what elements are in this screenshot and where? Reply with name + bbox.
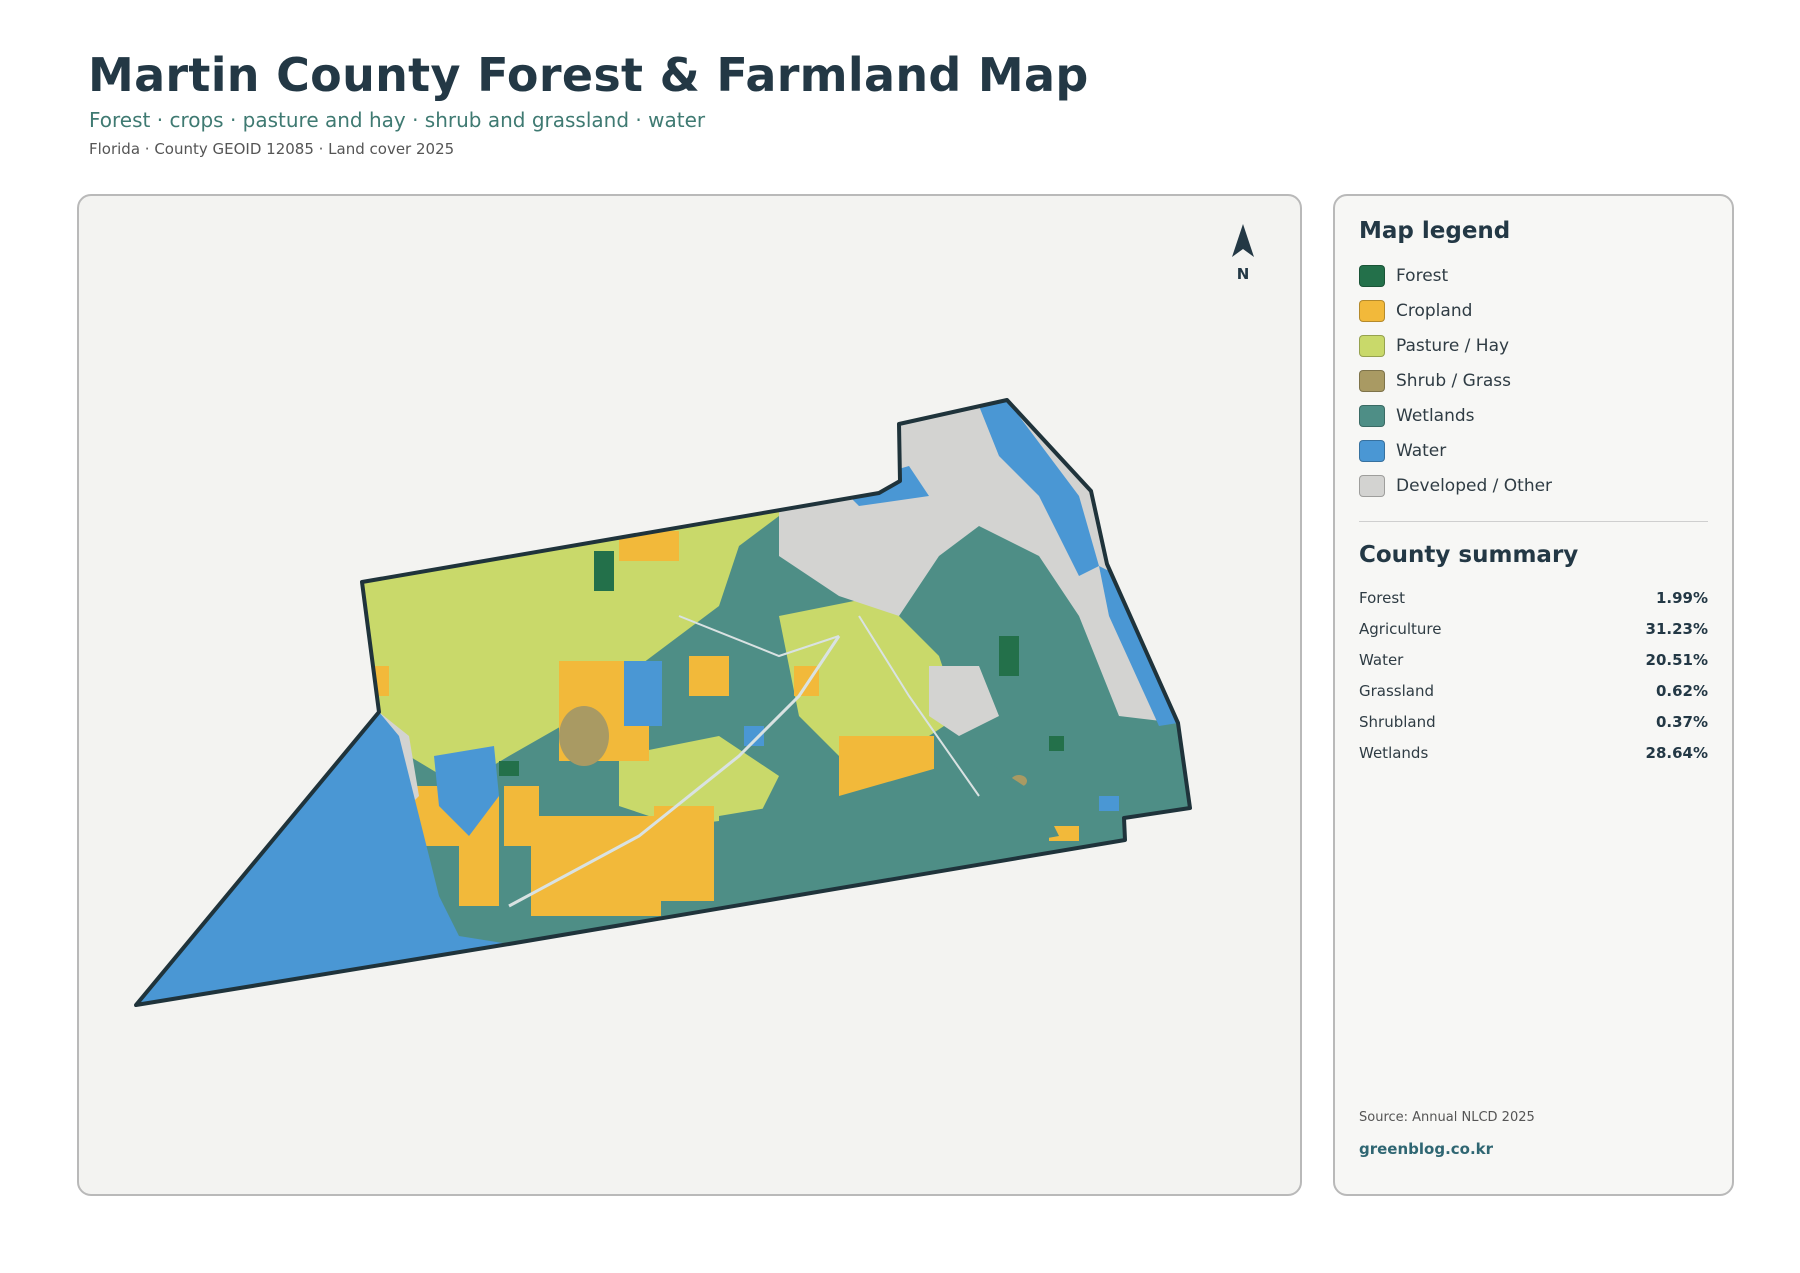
summary-row-shrubland: Shrubland 0.37% — [1359, 706, 1708, 737]
legend-label: Shrub / Grass — [1396, 370, 1511, 391]
legend-swatch — [1359, 299, 1385, 322]
summary-row-forest: Forest 1.99% — [1359, 582, 1708, 613]
legend-heading: Map legend — [1359, 218, 1511, 244]
cropland-block — [689, 656, 729, 696]
forest-patch — [804, 436, 824, 466]
north-arrow: N — [1223, 223, 1263, 283]
summary-label: Water — [1359, 650, 1404, 669]
brand-link[interactable]: greenblog.co.kr — [1359, 1140, 1493, 1158]
legend-swatch — [1359, 439, 1385, 462]
legend-item-forest: Forest — [1359, 258, 1708, 293]
summary-label: Agriculture — [1359, 619, 1442, 638]
summary-value: 20.51% — [1645, 650, 1708, 669]
source-note: Source: Annual NLCD 2025 — [1359, 1110, 1535, 1125]
page-meta: Florida · County GEOID 12085 · Land cove… — [89, 140, 455, 158]
summary-heading: County summary — [1359, 542, 1579, 568]
legend-label: Developed / Other — [1396, 475, 1553, 496]
cropland-block — [654, 806, 714, 901]
forest-patch — [594, 551, 614, 591]
summary-value: 1.99% — [1655, 588, 1708, 607]
summary-row-wetlands: Wetlands 28.64% — [1359, 737, 1708, 768]
legend-label: Forest — [1396, 265, 1449, 286]
summary-label: Wetlands — [1359, 743, 1429, 762]
forest-patch — [1049, 736, 1064, 751]
summary-value: 31.23% — [1645, 619, 1708, 638]
legend-label: Water — [1396, 440, 1447, 461]
map-panel[interactable] — [77, 194, 1302, 1196]
summary-value: 0.62% — [1655, 681, 1708, 700]
forest-patch — [999, 636, 1019, 676]
legend-swatch — [1359, 369, 1385, 392]
land-cover-map[interactable] — [79, 196, 1302, 1196]
summary-label: Forest — [1359, 588, 1406, 607]
summary-value: 28.64% — [1645, 743, 1708, 762]
summary-list: Forest 1.99% Agriculture 31.23% Water 20.51… — [1359, 582, 1708, 768]
summary-row-agriculture: Agriculture 31.23% — [1359, 613, 1708, 644]
legend-item-cropland: Cropland — [1359, 293, 1708, 328]
legend-item-developed: Developed / Other — [1359, 468, 1708, 503]
legend-item-water: Water — [1359, 433, 1708, 468]
water-reservoir — [624, 661, 662, 726]
legend-swatch — [1359, 474, 1385, 497]
legend-label: Pasture / Hay — [1396, 335, 1510, 356]
shrub-patch — [559, 706, 609, 766]
divider — [1359, 521, 1708, 522]
summary-row-water: Water 20.51% — [1359, 644, 1708, 675]
north-arrow-icon — [1232, 224, 1254, 257]
cropland-block — [504, 786, 539, 846]
page-subtitle: Forest · crops · pasture and hay · shrub… — [89, 108, 706, 132]
summary-label: Grassland — [1359, 681, 1434, 700]
forest-patch — [499, 761, 519, 776]
legend-swatch — [1359, 334, 1385, 357]
cropland-block — [531, 816, 661, 916]
page-title: Martin County Forest & Farmland Map — [88, 48, 1089, 102]
legend-swatch — [1359, 404, 1385, 427]
legend-item-shrub: Shrub / Grass — [1359, 363, 1708, 398]
legend-swatch — [1359, 264, 1385, 287]
summary-value: 0.37% — [1655, 712, 1708, 731]
side-panel: Map legend Forest Cropland Pasture / Hay… — [1333, 194, 1734, 1196]
cropland-block — [429, 526, 449, 556]
legend-item-pasture: Pasture / Hay — [1359, 328, 1708, 363]
legend-item-wetlands: Wetlands — [1359, 398, 1708, 433]
water-body — [1099, 796, 1119, 811]
legend-label: Wetlands — [1396, 405, 1475, 426]
north-label: N — [1236, 265, 1250, 283]
legend-list: Forest Cropland Pasture / Hay Shrub / Gr… — [1359, 258, 1708, 503]
summary-row-grassland: Grassland 0.62% — [1359, 675, 1708, 706]
legend-label: Cropland — [1396, 300, 1473, 321]
summary-label: Shrubland — [1359, 712, 1436, 731]
